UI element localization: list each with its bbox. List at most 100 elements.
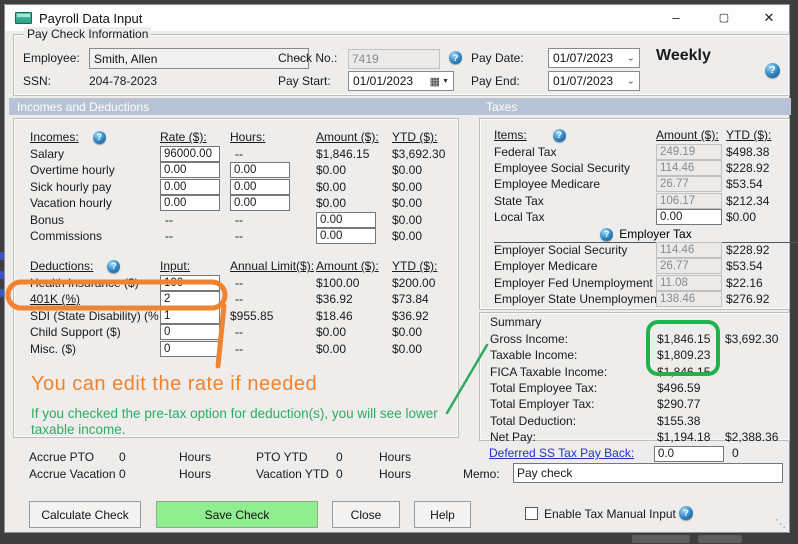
income-rate-input[interactable] <box>160 146 220 162</box>
hours-header: Hours: <box>230 130 316 144</box>
employer-tax-ytd: $53.54 <box>726 259 798 273</box>
deduction-input[interactable] <box>160 324 220 340</box>
deduction-limit: -- <box>230 325 316 339</box>
income-hours-input[interactable] <box>230 195 290 211</box>
income-hours-input[interactable] <box>230 179 290 195</box>
accrual-ytd-label: PTO YTD <box>256 450 336 464</box>
income-ytd: $0.00 <box>392 180 460 194</box>
pay-date-picker[interactable]: 01/07/2023 ⌄ <box>548 48 640 68</box>
deduction-input[interactable] <box>160 291 220 307</box>
help-icon[interactable]: ? <box>107 260 120 273</box>
tax-amount-input <box>656 160 722 176</box>
income-label: Vacation hourly <box>30 196 160 210</box>
summary-label: Net Pay: <box>490 430 657 444</box>
summary-value: $290.77 <box>657 397 725 411</box>
income-hours-input[interactable] <box>230 162 290 178</box>
ytd-header: YTD ($): <box>726 128 798 142</box>
deduction-label-401k[interactable]: 401K (%) <box>30 292 160 306</box>
deferred-ss-link[interactable]: Deferred SS Tax Pay Back: <box>489 446 634 460</box>
tax-amount-input[interactable] <box>656 209 722 225</box>
tax-label: Employee Social Security <box>494 161 656 175</box>
pay-start-datepicker[interactable]: 01/01/2023 ▦▼ <box>348 71 454 91</box>
income-rate-input[interactable] <box>160 195 220 211</box>
background-fragment <box>632 535 690 543</box>
check-no-input[interactable] <box>348 49 440 69</box>
income-amount-input[interactable] <box>316 212 376 228</box>
memo-input[interactable] <box>513 463 783 483</box>
income-label: Salary <box>30 147 160 161</box>
accrual-value: 0 <box>119 450 179 464</box>
taxes-table: Items:? Amount ($): YTD ($): Federal Tax… <box>494 127 798 307</box>
summary-ytd: $3,692.30 <box>725 332 795 346</box>
income-rate-input[interactable] <box>160 162 220 178</box>
help-icon[interactable]: ? <box>93 131 106 144</box>
save-check-button[interactable]: Save Check <box>156 501 318 528</box>
pay-end-label: Pay End: <box>471 74 520 88</box>
memo-label: Memo: <box>463 467 500 481</box>
deduction-amount: $100.00 <box>316 276 392 290</box>
chevron-down-icon: ⌄ <box>627 54 635 63</box>
tax-label: Employee Medicare <box>494 177 656 191</box>
tax-label: Federal Tax <box>494 145 656 159</box>
deduction-label: SDI (State Disability) (% <box>30 309 160 323</box>
income-hours: -- <box>230 229 316 243</box>
orange-annotation-text: You can edit the rate if needed <box>31 373 317 396</box>
summary-label: FICA Taxable Income: <box>490 365 657 379</box>
enable-tax-manual-checkbox[interactable] <box>525 507 538 520</box>
summary-label: Gross Income: <box>490 332 657 346</box>
close-dialog-button[interactable]: Close <box>332 501 400 528</box>
deduction-amount: $18.46 <box>316 309 392 323</box>
minimize-button[interactable]: – <box>662 8 690 28</box>
resize-grip[interactable]: ⋱ <box>775 517 786 530</box>
income-amount: $1,846.15 <box>316 147 392 161</box>
rate-header: Rate ($): <box>160 130 230 144</box>
employer-tax-amount-input <box>656 258 722 274</box>
dropdown-arrow-icon: ▼ <box>442 78 449 85</box>
tax-ytd: $228.92 <box>726 161 798 175</box>
deduction-ytd: $0.00 <box>392 342 460 356</box>
help-icon[interactable]: ? <box>679 506 693 520</box>
employee-combobox[interactable]: Smith, Allen ⌄ <box>89 48 309 69</box>
help-icon[interactable]: ? <box>449 51 462 64</box>
incomes-header: Incomes: <box>30 130 79 144</box>
help-icon[interactable]: ? <box>553 129 566 142</box>
income-amount-input[interactable] <box>316 228 376 244</box>
deduction-input[interactable] <box>160 341 220 357</box>
check-no-label: Check No.: <box>278 51 337 65</box>
deduction-label: Misc. ($) <box>30 342 160 356</box>
summary-ytd: $2,388.36 <box>725 430 795 444</box>
deduction-input[interactable] <box>160 275 220 291</box>
accrual-ytd-unit: Hours <box>379 450 439 464</box>
employer-tax-header: Employer Tax <box>619 227 691 241</box>
help-button[interactable]: Help <box>414 501 471 528</box>
deductions-table: Deductions:? Input: Annual Limit($): Amo… <box>30 258 460 357</box>
deduction-input[interactable] <box>160 308 220 324</box>
income-amount: $0.00 <box>316 180 392 194</box>
maximize-button[interactable]: ▢ <box>710 8 738 28</box>
employee-value: Smith, Allen <box>94 52 157 66</box>
income-ytd: $0.00 <box>392 213 460 227</box>
green-annotation-text: If you checked the pre-tax option for de… <box>31 406 443 438</box>
deduction-ytd: $36.92 <box>392 309 460 323</box>
employer-tax-amount-input <box>656 291 722 307</box>
pay-end-picker[interactable]: 01/07/2023 ⌄ <box>548 71 640 91</box>
income-rate-input[interactable] <box>160 179 220 195</box>
deferred-ss-input[interactable] <box>654 446 724 462</box>
accrual-label: Accrue PTO <box>29 450 119 464</box>
calculate-check-button[interactable]: Calculate Check <box>29 501 141 528</box>
help-icon[interactable]: ? <box>600 228 613 241</box>
enable-tax-manual-label: Enable Tax Manual Input <box>544 507 676 521</box>
help-icon[interactable]: ? <box>765 63 780 78</box>
tax-amount-input <box>656 144 722 160</box>
income-label: Commissions <box>30 229 160 243</box>
deductions-header: Deductions: <box>30 259 93 273</box>
summary-label: Taxable Income: <box>490 348 657 362</box>
income-rate: -- <box>160 213 230 227</box>
accrual-value: 0 <box>119 467 179 481</box>
deduction-ytd: $200.00 <box>392 276 460 290</box>
summary-group-label: Summary <box>490 315 541 329</box>
tax-ytd: $53.54 <box>726 177 798 191</box>
tax-ytd: $212.34 <box>726 194 798 208</box>
close-button[interactable]: ✕ <box>755 8 783 28</box>
employer-tax-ytd: $228.92 <box>726 243 798 257</box>
